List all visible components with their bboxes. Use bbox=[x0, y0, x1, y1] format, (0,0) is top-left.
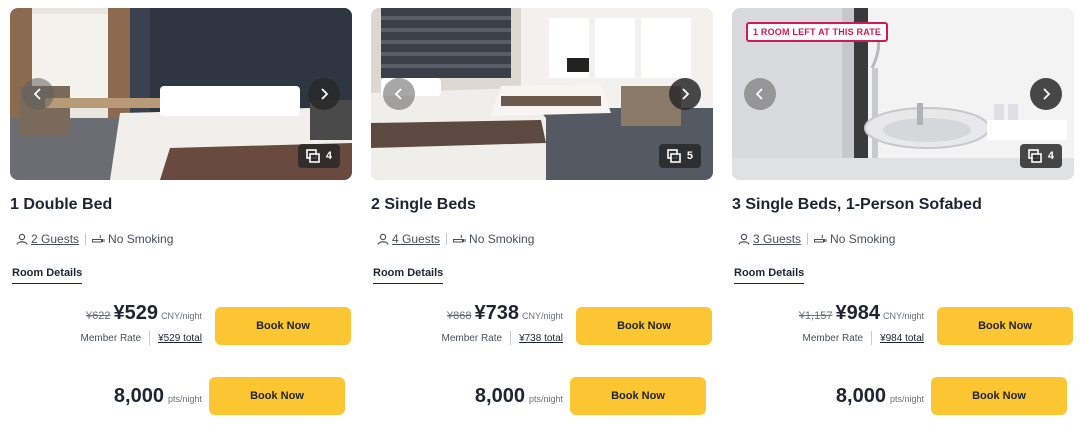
price-block: ¥622 ¥529 CNY/night Member Rate ¥529 tot… bbox=[80, 302, 202, 345]
rate-label: Member Rate bbox=[80, 332, 142, 344]
book-now-button[interactable]: Book Now bbox=[937, 307, 1073, 345]
next-photo-button[interactable] bbox=[669, 78, 701, 110]
book-with-points-button[interactable]: Book Now bbox=[570, 377, 706, 415]
chevron-right-icon bbox=[321, 88, 329, 100]
previous-photo-button[interactable] bbox=[383, 78, 415, 110]
room-list: 4 1 Double Bed 2 Guests No Smoking Room … bbox=[0, 0, 1080, 432]
person-icon bbox=[16, 233, 28, 245]
room-photo[interactable]: 4 bbox=[10, 8, 352, 180]
next-photo-button[interactable] bbox=[1030, 78, 1062, 110]
photo-count-badge[interactable]: 4 bbox=[297, 144, 340, 168]
no-smoking-icon bbox=[453, 234, 466, 243]
divider bbox=[446, 233, 448, 245]
price-unit: CNY/night bbox=[882, 311, 924, 321]
total-price-link[interactable]: ¥984 total bbox=[880, 333, 924, 344]
availability-badge: 1 ROOM LEFT AT THIS RATE bbox=[746, 22, 889, 42]
total-price-link[interactable]: ¥529 total bbox=[158, 333, 202, 344]
book-now-button[interactable]: Book Now bbox=[215, 307, 351, 345]
room-details-link[interactable]: Room Details bbox=[12, 267, 83, 284]
room-meta: 2 Guests No Smoking bbox=[16, 232, 173, 246]
previous-photo-button[interactable] bbox=[22, 78, 54, 110]
current-price: ¥529 bbox=[113, 302, 158, 324]
room-photo[interactable]: 1 ROOM LEFT AT THIS RATE 4 bbox=[732, 8, 1074, 180]
points-unit: pts/night bbox=[528, 394, 563, 404]
guests-count: 2 Guests bbox=[31, 232, 80, 246]
room-card: 4 1 Double Bed 2 Guests No Smoking Room … bbox=[10, 8, 352, 432]
chevron-right-icon bbox=[1043, 88, 1051, 100]
guests-count: 4 Guests bbox=[392, 232, 441, 246]
points-price: 8,000 bbox=[474, 385, 525, 407]
guests-info[interactable]: 4 Guests bbox=[377, 232, 440, 246]
points-unit: pts/night bbox=[167, 394, 202, 404]
chevron-left-icon bbox=[394, 88, 402, 100]
room-meta: 4 Guests No Smoking bbox=[377, 232, 534, 246]
room-title: 1 Double Bed bbox=[10, 196, 113, 213]
next-photo-button[interactable] bbox=[308, 78, 340, 110]
points-block: 8,000 pts/night bbox=[475, 385, 563, 408]
no-smoking-icon bbox=[814, 234, 827, 243]
guests-count: 3 Guests bbox=[753, 232, 802, 246]
price-block: ¥868 ¥738 CNY/night Member Rate ¥738 tot… bbox=[441, 302, 563, 345]
divider bbox=[807, 233, 809, 245]
room-details-link[interactable]: Room Details bbox=[734, 267, 805, 284]
gallery-icon bbox=[1028, 149, 1042, 163]
book-now-button[interactable]: Book Now bbox=[576, 307, 712, 345]
rate-label: Member Rate bbox=[802, 332, 864, 344]
price-unit: CNY/night bbox=[521, 311, 563, 321]
room-details-link[interactable]: Room Details bbox=[373, 267, 444, 284]
photo-count-badge[interactable]: 4 bbox=[1019, 144, 1062, 168]
guests-info[interactable]: 3 Guests bbox=[738, 232, 801, 246]
guests-info[interactable]: 2 Guests bbox=[16, 232, 79, 246]
smoking-info: No Smoking bbox=[453, 232, 534, 246]
points-block: 8,000 pts/night bbox=[836, 385, 924, 408]
price-unit: CNY/night bbox=[160, 311, 202, 321]
total-price-link[interactable]: ¥738 total bbox=[519, 333, 563, 344]
previous-photo-button[interactable] bbox=[744, 78, 776, 110]
room-card: 5 2 Single Beds 4 Guests No Smoking Room… bbox=[371, 8, 713, 432]
divider bbox=[149, 331, 151, 345]
divider bbox=[871, 331, 873, 345]
book-with-points-button[interactable]: Book Now bbox=[209, 377, 345, 415]
smoking-label: No Smoking bbox=[469, 232, 535, 246]
book-with-points-button[interactable]: Book Now bbox=[931, 377, 1067, 415]
chevron-left-icon bbox=[755, 88, 763, 100]
original-price: ¥622 bbox=[85, 310, 111, 322]
person-icon bbox=[738, 233, 750, 245]
room-title: 2 Single Beds bbox=[371, 196, 476, 213]
smoking-label: No Smoking bbox=[830, 232, 896, 246]
smoking-info: No Smoking bbox=[814, 232, 895, 246]
photo-count: 4 bbox=[325, 150, 332, 162]
photo-count: 5 bbox=[686, 150, 693, 162]
room-meta: 3 Guests No Smoking bbox=[738, 232, 895, 246]
chevron-left-icon bbox=[33, 88, 41, 100]
smoking-info: No Smoking bbox=[92, 232, 173, 246]
photo-count: 4 bbox=[1047, 150, 1054, 162]
original-price: ¥1,157 bbox=[798, 310, 833, 322]
gallery-icon bbox=[306, 149, 320, 163]
person-icon bbox=[377, 233, 389, 245]
room-title: 3 Single Beds, 1-Person Sofabed bbox=[732, 196, 982, 213]
gallery-icon bbox=[667, 149, 681, 163]
room-card: 1 ROOM LEFT AT THIS RATE 4 3 Single Beds… bbox=[732, 8, 1074, 432]
divider bbox=[510, 331, 512, 345]
rate-label: Member Rate bbox=[441, 332, 503, 344]
points-price: 8,000 bbox=[835, 385, 886, 407]
photo-count-badge[interactable]: 5 bbox=[658, 144, 701, 168]
current-price: ¥738 bbox=[474, 302, 519, 324]
divider bbox=[85, 233, 87, 245]
room-photo[interactable]: 5 bbox=[371, 8, 713, 180]
original-price: ¥868 bbox=[446, 310, 472, 322]
current-price: ¥984 bbox=[835, 302, 880, 324]
points-unit: pts/night bbox=[889, 394, 924, 404]
smoking-label: No Smoking bbox=[108, 232, 174, 246]
points-block: 8,000 pts/night bbox=[114, 385, 202, 408]
chevron-right-icon bbox=[682, 88, 690, 100]
points-price: 8,000 bbox=[113, 385, 164, 407]
price-block: ¥1,157 ¥984 CNY/night Member Rate ¥984 t… bbox=[799, 302, 924, 345]
no-smoking-icon bbox=[92, 234, 105, 243]
